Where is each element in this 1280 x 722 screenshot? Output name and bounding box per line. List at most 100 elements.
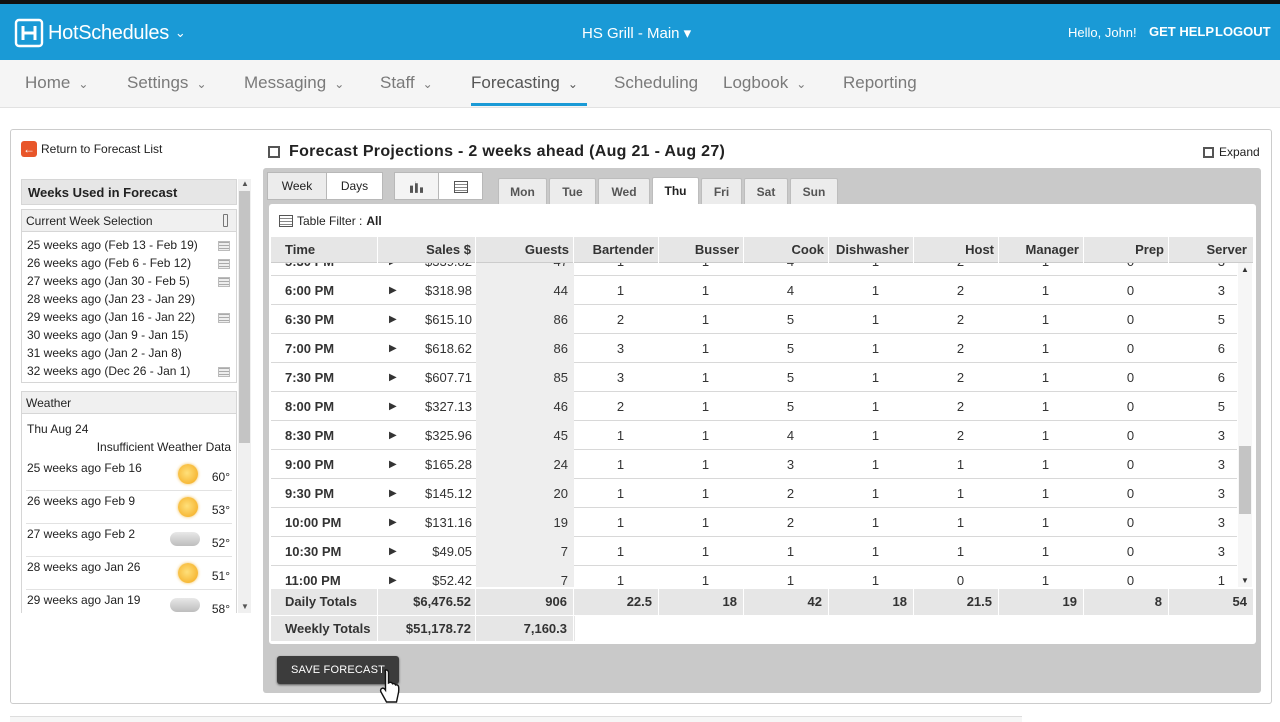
table-row[interactable]: 8:30 PM ▶ $325.96 45 1 1 4 1 2 1 0 3 [271, 421, 1237, 450]
tab-fri[interactable]: Fri [701, 178, 742, 204]
row-busser[interactable]: 1 [659, 537, 744, 566]
row-cook[interactable]: 2 [744, 508, 829, 537]
table-row[interactable]: 10:00 PM ▶ $131.16 19 1 1 2 1 1 1 0 3 [271, 508, 1237, 537]
row-manager[interactable]: 1 [999, 479, 1084, 508]
row-dishwasher[interactable]: 1 [829, 421, 914, 450]
table-row[interactable]: 6:00 PM ▶ $318.98 44 1 1 4 1 2 1 0 3 [271, 276, 1237, 305]
logout-link[interactable]: LOGOUT [1215, 24, 1271, 39]
document-icon[interactable] [218, 259, 230, 269]
row-dishwasher[interactable]: 1 [829, 537, 914, 566]
row-cook[interactable]: 3 [744, 450, 829, 479]
nav-logbook[interactable]: Logbook ⌄ [723, 73, 806, 93]
table-row[interactable]: 9:00 PM ▶ $165.28 24 1 1 3 1 1 1 0 3 [271, 450, 1237, 479]
table-row[interactable]: 8:00 PM ▶ $327.13 46 2 1 5 1 2 1 0 5 [271, 392, 1237, 421]
row-bartender[interactable]: 1 [574, 508, 659, 537]
brand-menu[interactable]: HotSchedules ⌄ [14, 18, 186, 48]
table-row[interactable]: 11:00 PM ▶ $52.42 7 1 1 1 1 0 1 0 1 [271, 566, 1237, 587]
row-cook[interactable]: 4 [744, 276, 829, 305]
row-host[interactable]: 1 [914, 537, 999, 566]
week-item[interactable]: 32 weeks ago (Dec 26 - Jan 1) [27, 362, 232, 380]
row-bartender[interactable]: 1 [574, 276, 659, 305]
week-item[interactable]: 31 weeks ago (Jan 2 - Jan 8) [27, 344, 232, 362]
row-dishwasher[interactable]: 1 [829, 392, 914, 421]
row-dishwasher[interactable]: 1 [829, 263, 914, 276]
tab-thu[interactable]: Thu [652, 177, 699, 205]
document-icon[interactable] [218, 277, 230, 287]
row-cook[interactable]: 2 [744, 479, 829, 508]
nav-reporting[interactable]: Reporting [843, 73, 917, 93]
collapse-icon[interactable] [268, 146, 280, 158]
row-host[interactable]: 0 [914, 566, 999, 587]
row-prep[interactable]: 0 [1084, 479, 1169, 508]
row-prep[interactable]: 0 [1084, 537, 1169, 566]
nav-scheduling[interactable]: Scheduling [614, 73, 698, 93]
row-host[interactable]: 2 [914, 392, 999, 421]
get-help-link[interactable]: GET HELP [1149, 24, 1214, 39]
row-prep[interactable]: 0 [1084, 334, 1169, 363]
table-row[interactable]: 6:30 PM ▶ $615.10 86 2 1 5 1 2 1 0 5 [271, 305, 1237, 334]
row-server[interactable]: 3 [1169, 479, 1237, 508]
week-item[interactable]: 30 weeks ago (Jan 9 - Jan 15) [27, 326, 232, 344]
row-dishwasher[interactable]: 1 [829, 305, 914, 334]
scrollbar-thumb[interactable] [1239, 446, 1251, 514]
row-server[interactable]: 5 [1169, 305, 1237, 334]
row-busser[interactable]: 1 [659, 392, 744, 421]
col-cook[interactable]: Cook [744, 237, 829, 263]
row-cook[interactable]: 5 [744, 305, 829, 334]
nav-messaging[interactable]: Messaging ⌄ [244, 73, 344, 93]
expand-button[interactable]: Expand [1203, 145, 1260, 159]
week-view-button[interactable]: Week [267, 172, 327, 200]
document-icon[interactable] [218, 313, 230, 323]
row-dishwasher[interactable]: 1 [829, 334, 914, 363]
tab-tue[interactable]: Tue [549, 178, 596, 204]
scroll-up-icon[interactable]: ▲ [1241, 265, 1249, 274]
tab-wed[interactable]: Wed [598, 178, 650, 204]
tab-sat[interactable]: Sat [744, 178, 788, 204]
row-host[interactable]: 2 [914, 263, 999, 276]
table-row[interactable]: 7:00 PM ▶ $618.62 86 3 1 5 1 2 1 0 6 [271, 334, 1237, 363]
row-prep[interactable]: 0 [1084, 363, 1169, 392]
row-manager[interactable]: 1 [999, 263, 1084, 276]
week-item[interactable]: 25 weeks ago (Feb 13 - Feb 19) [27, 236, 232, 254]
row-server[interactable]: 5 [1169, 392, 1237, 421]
row-server[interactable]: 3 [1169, 263, 1237, 276]
row-prep[interactable]: 0 [1084, 450, 1169, 479]
row-server[interactable]: 6 [1169, 363, 1237, 392]
row-busser[interactable]: 1 [659, 334, 744, 363]
row-host[interactable]: 2 [914, 305, 999, 334]
scrollbar-thumb[interactable] [239, 191, 250, 443]
table-row[interactable]: 7:30 PM ▶ $607.71 85 3 1 5 1 2 1 0 6 [271, 363, 1237, 392]
row-host[interactable]: 1 [914, 450, 999, 479]
row-busser[interactable]: 1 [659, 508, 744, 537]
document-icon[interactable] [218, 241, 230, 251]
row-cook[interactable]: 4 [744, 421, 829, 450]
row-dishwasher[interactable]: 1 [829, 276, 914, 305]
row-bartender[interactable]: 3 [574, 363, 659, 392]
row-manager[interactable]: 1 [999, 305, 1084, 334]
pencil-icon[interactable] [223, 214, 228, 227]
week-item[interactable]: 28 weeks ago (Jan 23 - Jan 29) [27, 290, 232, 308]
row-host[interactable]: 2 [914, 363, 999, 392]
row-manager[interactable]: 1 [999, 566, 1084, 587]
table-row[interactable]: 5:30 PM▶$339.824711412103 [271, 263, 1237, 276]
row-manager[interactable]: 1 [999, 450, 1084, 479]
scroll-up-icon[interactable]: ▲ [241, 179, 249, 188]
store-selector[interactable]: HS Grill - Main ▾ [582, 24, 691, 42]
row-host[interactable]: 1 [914, 508, 999, 537]
row-bartender[interactable]: 1 [574, 450, 659, 479]
row-prep[interactable]: 0 [1084, 276, 1169, 305]
table-scrollbar[interactable]: ▲ ▼ [1238, 263, 1252, 587]
chart-view-button[interactable] [394, 172, 439, 200]
week-item[interactable]: 29 weeks ago (Jan 16 - Jan 22) [27, 308, 232, 326]
row-prep[interactable]: 0 [1084, 566, 1169, 587]
row-busser[interactable]: 1 [659, 421, 744, 450]
row-bartender[interactable]: 1 [574, 537, 659, 566]
row-prep[interactable]: 0 [1084, 392, 1169, 421]
row-bartender[interactable]: 1 [574, 263, 659, 276]
row-server[interactable]: 3 [1169, 537, 1237, 566]
row-host[interactable]: 2 [914, 421, 999, 450]
tab-mon[interactable]: Mon [498, 178, 547, 204]
col-prep[interactable]: Prep [1084, 237, 1169, 263]
nav-forecasting[interactable]: Forecasting ⌄ [471, 73, 578, 93]
row-manager[interactable]: 1 [999, 276, 1084, 305]
